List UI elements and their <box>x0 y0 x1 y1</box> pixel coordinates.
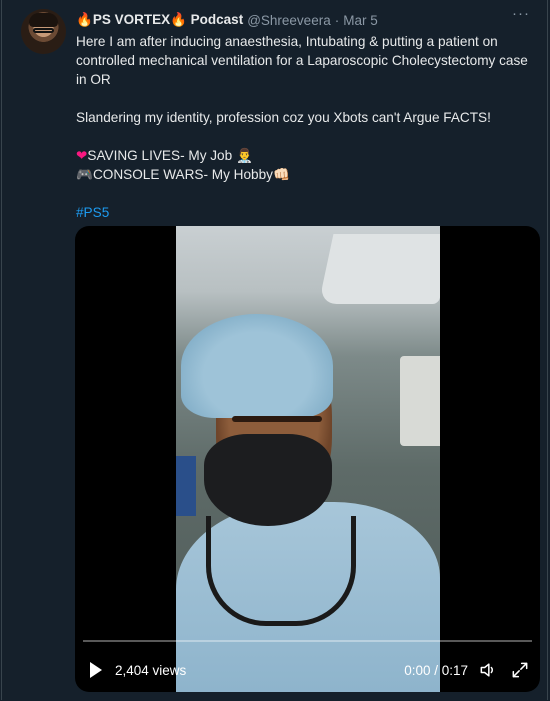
separator: · <box>334 12 340 28</box>
handle[interactable]: @Shreeveera <box>247 13 331 28</box>
flame-icon: 🔥 <box>170 12 187 27</box>
avatar[interactable] <box>21 9 66 54</box>
tweet-line: 🎮CONSOLE WARS- My Hobby👊🏻 <box>76 165 536 184</box>
volume-icon[interactable] <box>478 660 498 680</box>
video-time: 0:00 / 0:17 <box>404 662 468 678</box>
fullscreen-icon[interactable] <box>510 660 530 680</box>
tweet-text: Here I am after inducing anaesthesia, In… <box>76 32 536 222</box>
surgical-cap <box>181 314 333 418</box>
avatar-glasses <box>33 28 54 33</box>
tweet-line-text: CONSOLE WARS- My Hobby <box>92 167 273 182</box>
tweet-line: ❤SAVING LIVES- My Job 👨‍⚕️ <box>76 146 536 165</box>
view-count: 2,404 views <box>115 662 187 678</box>
eyebrows <box>232 416 322 422</box>
tweet-card[interactable]: 🔥PS VORTEX🔥 Podcast @Shreeveera · Mar 5 … <box>1 0 548 700</box>
tweet-line-text: SAVING LIVES- My Job <box>87 148 233 163</box>
video-frame <box>176 226 440 692</box>
play-icon[interactable] <box>90 662 102 678</box>
stethoscope <box>206 516 356 626</box>
tweet-date[interactable]: Mar 5 <box>343 13 378 28</box>
tweet-line: #PS5 <box>76 203 536 222</box>
gamepad-icon: 🎮 <box>76 167 93 182</box>
avatar-hair <box>29 13 58 27</box>
surgical-light <box>318 234 440 304</box>
doctor-icon: 👨‍⚕️ <box>235 148 253 163</box>
progress-bar[interactable] <box>83 640 532 642</box>
heart-icon: ❤ <box>76 148 88 163</box>
video-controls: 2,404 views 0:00 / 0:17 <box>75 656 540 684</box>
fist-icon: 👊🏻 <box>272 167 290 182</box>
tweet-line: Slandering my identity, profession coz y… <box>76 110 491 125</box>
display-name-suffix: Podcast <box>190 12 244 27</box>
tweet-line: Here I am after inducing anaesthesia, In… <box>76 34 528 87</box>
video-player[interactable]: 2,404 views 0:00 / 0:17 <box>75 226 540 692</box>
face-mask <box>204 434 332 526</box>
more-icon[interactable]: ··· <box>511 6 531 21</box>
medical-equipment <box>400 356 440 446</box>
hashtag-link[interactable]: #PS5 <box>76 205 109 220</box>
tweet-header: 🔥PS VORTEX🔥 Podcast @Shreeveera · Mar 5 <box>76 10 527 30</box>
medical-equipment <box>176 456 196 516</box>
display-name[interactable]: 🔥PS VORTEX🔥 Podcast <box>76 12 243 28</box>
display-name-text: PS VORTEX <box>92 12 171 27</box>
flame-icon: 🔥 <box>76 12 93 27</box>
